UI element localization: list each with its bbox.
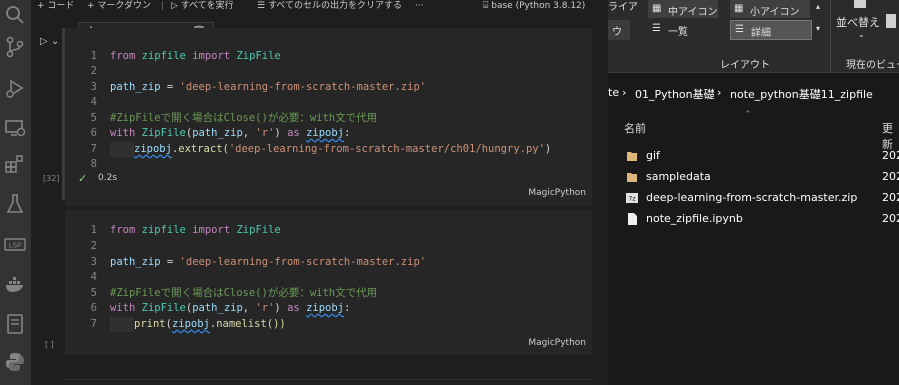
- execution-duration: 0.2s: [98, 173, 118, 183]
- search-icon[interactable]: [3, 3, 27, 27]
- code-cell[interactable]: 1 from zipfile import ZipFile 2 3 path_zip…: [65, 28, 592, 206]
- run-all-button[interactable]: ▷ すべてを実行: [171, 0, 234, 14]
- file-icon: [628, 213, 637, 225]
- sort-dropdown-icon[interactable]: ⌄: [858, 30, 865, 39]
- kernel-picker[interactable]: ⌸ base (Python 3.8.12): [483, 0, 585, 14]
- list-icon: ☰: [652, 23, 661, 34]
- extensions-icon[interactable]: [3, 152, 27, 176]
- add-code-cell-button[interactable]: + コード: [37, 0, 74, 14]
- cell-language-label[interactable]: MagicPython: [528, 338, 586, 348]
- notebook-outline-icon[interactable]: [3, 312, 27, 336]
- ribbon-group-label: レイアウト: [720, 60, 770, 71]
- file-explorer-window: ライア ウ ▦ 中アイコン ▦ 小アイコン ☰ 一覧 ☰ 詳細 ▴ ▾ 並べ替え…: [608, 0, 899, 385]
- svg-text:LSP: LSP: [9, 242, 22, 250]
- ribbon-group-label: 現在のビュー: [846, 60, 899, 71]
- folder-icon: [627, 173, 637, 182]
- svg-text:7z: 7z: [629, 196, 636, 203]
- run-debug-icon[interactable]: [3, 76, 27, 100]
- ribbon-divider: [830, 0, 831, 72]
- clear-outputs-button[interactable]: ☰ すべてのセルの出力をクリアする: [257, 0, 402, 14]
- medium-icons-option[interactable]: ▦ 中アイコン: [648, 0, 718, 18]
- breadcrumb-item[interactable]: note_python基礎11_zipfile: [730, 86, 873, 102]
- more-actions-button[interactable]: ···: [415, 0, 424, 14]
- run-cell-button[interactable]: ▷ ⌄: [40, 36, 59, 47]
- run-all-icon: ▷: [171, 1, 181, 11]
- gallery-scroll-up-icon[interactable]: ▴: [816, 2, 820, 11]
- list-option[interactable]: ☰ 一覧: [648, 20, 718, 38]
- details-option[interactable]: ☰ 詳細: [730, 20, 812, 40]
- activity-bar: LSP: [0, 0, 31, 385]
- column-header-name[interactable]: 名前: [624, 120, 646, 136]
- column-headers: ⌃ 名前 更新: [608, 110, 899, 151]
- add-markdown-cell-button[interactable]: + マークダウン: [87, 0, 151, 14]
- file-row[interactable]: sampledata 202: [608, 167, 899, 189]
- cell-language-label[interactable]: MagicPython: [528, 188, 586, 198]
- notebook-editor: ▷ ⌄ ⇶ ▷ ▷ ⊟ ··· 🗑 1from zipfile import Z…: [31, 14, 608, 385]
- docker-icon[interactable]: [3, 272, 27, 296]
- file-row[interactable]: note_zipfile.ipynb 202: [608, 209, 899, 231]
- code-cell[interactable]: [65, 379, 592, 385]
- zip-archive-icon: 7z: [626, 193, 638, 203]
- execution-count: [ ]: [45, 340, 54, 349]
- group-by-icon[interactable]: [886, 14, 896, 28]
- medium-icons-icon: ▦: [652, 3, 662, 14]
- folder-icon: [627, 152, 637, 161]
- clear-all-icon: ☰: [257, 1, 268, 11]
- details-icon: ☰: [735, 24, 744, 35]
- notebook-toolbar: + コード + マークダウン | ▷ すべてを実行 ☰ すべてのセルの出力をクリ…: [31, 0, 608, 14]
- file-row[interactable]: gif 202: [608, 146, 899, 168]
- sort-indicator-icon: ⌃: [744, 110, 752, 120]
- gallery-expand-icon[interactable]: ▾: [816, 24, 820, 33]
- indent-guide: [110, 317, 134, 332]
- source-control-icon[interactable]: [3, 35, 27, 59]
- toolbar-divider: |: [161, 1, 165, 11]
- breadcrumb[interactable]: te › 01_Python基礎 › note_python基礎11_zipfi…: [608, 82, 899, 104]
- sort-by-button[interactable]: 並べ替え: [836, 14, 880, 30]
- indent-guide: [110, 142, 134, 157]
- small-icons-option[interactable]: ▦ 小アイコン: [730, 0, 810, 18]
- remote-explorer-icon[interactable]: [3, 116, 27, 140]
- pane-button[interactable]: ウ: [608, 20, 630, 40]
- lsp-icon[interactable]: LSP: [3, 232, 27, 256]
- sort-icon: [854, 0, 866, 8]
- check-icon: ✓: [78, 172, 88, 185]
- python-icon[interactable]: [3, 350, 27, 374]
- file-row[interactable]: 7z deep-learning-from-scratch-master.zip…: [608, 188, 899, 210]
- testing-flask-icon[interactable]: [3, 192, 27, 216]
- breadcrumb-item[interactable]: 01_Python基礎: [635, 86, 715, 102]
- code-cell[interactable]: 1 from zipfile import ZipFile 2 3 path_zip…: [65, 210, 592, 355]
- ribbon: ライア ウ ▦ 中アイコン ▦ 小アイコン ☰ 一覧 ☰ 詳細 ▴ ▾ 並べ替え…: [608, 0, 899, 73]
- execution-count: [32]: [43, 174, 60, 183]
- small-icons-icon: ▦: [734, 3, 744, 14]
